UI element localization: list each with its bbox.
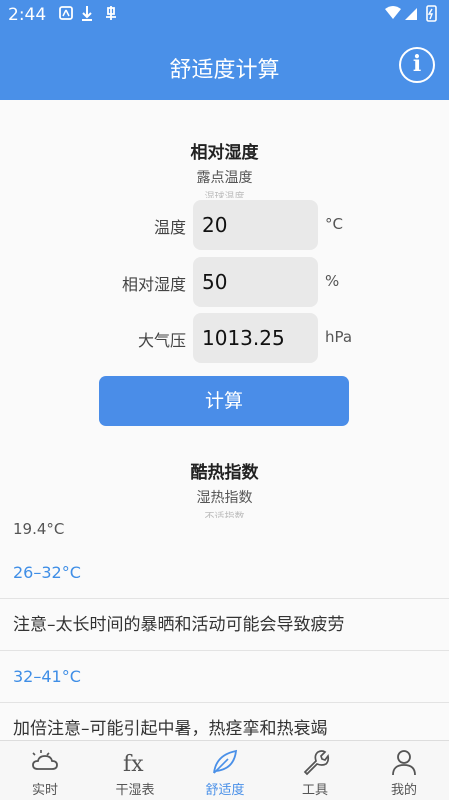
picker-next2[interactable]: 湿球温度	[0, 188, 449, 198]
level-note: 注意–太长时间的暴晒和活动可能会导致疲劳	[0, 599, 449, 651]
index-picker-next[interactable]: 湿热指数	[0, 487, 449, 507]
fx-icon: fx	[123, 752, 144, 777]
nav-label: 工具	[301, 783, 328, 798]
main-content: 相对湿度 露点温度 湿球温度 温度 20 °C 相对湿度 50 % 大气压 10…	[0, 100, 449, 740]
weather-icon	[32, 750, 58, 770]
temperature-unit: °C	[325, 215, 343, 233]
temperature-row: 温度 20 °C	[0, 200, 449, 250]
pressure-row: 大气压 1013.25 hPa	[0, 313, 449, 363]
bottom-navigation: 实时 fx 干湿表 舒适度 工具 我的	[0, 740, 449, 800]
index-picker-selected[interactable]: 酷热指数	[0, 458, 449, 483]
nav-tools[interactable]: 工具	[270, 741, 360, 800]
nav-label: 我的	[390, 783, 417, 798]
nav-realtime[interactable]: 实时	[0, 741, 90, 800]
level-note: 加倍注意–可能引起中暑，热痉挛和热衰竭	[0, 703, 449, 740]
humidity-label: 相对湿度	[121, 275, 186, 294]
svg-text:fx: fx	[123, 752, 144, 777]
temperature-input[interactable]: 20	[193, 200, 318, 250]
status-bar: 2:44	[0, 0, 449, 32]
wrench-icon	[303, 750, 330, 776]
nav-profile[interactable]: 我的	[359, 741, 449, 800]
result-value: 19.4°C	[13, 520, 65, 538]
pressure-label: 大气压	[137, 331, 186, 350]
leaf-icon	[213, 749, 238, 774]
person-icon	[392, 750, 416, 776]
app-bar: 舒适度计算 i	[0, 32, 449, 100]
index-picker-next2[interactable]: 不适指数	[0, 508, 449, 518]
page-title: 舒适度计算	[169, 58, 280, 83]
nav-comfort[interactable]: 舒适度	[180, 741, 270, 800]
calculate-button[interactable]: 计算	[99, 376, 349, 426]
status-time: 2:44	[8, 5, 47, 25]
humidity-row: 相对湿度 50 %	[0, 257, 449, 307]
pressure-input[interactable]: 1013.25	[193, 313, 318, 363]
temperature-label: 温度	[153, 218, 186, 237]
picker-next[interactable]: 露点温度	[0, 167, 449, 187]
nav-psychrometer[interactable]: fx 干湿表	[90, 741, 180, 800]
level-range: 26–32°C	[0, 547, 449, 599]
system-icons	[383, 4, 441, 28]
nav-label: 舒适度	[205, 783, 245, 798]
pressure-unit: hPa	[325, 328, 353, 346]
humidity-mode-picker[interactable]: 相对湿度 露点温度 湿球温度	[0, 138, 449, 198]
humidity-input[interactable]: 50	[193, 257, 318, 307]
nav-label: 干湿表	[115, 783, 155, 798]
notification-icons	[58, 4, 128, 28]
nav-label: 实时	[31, 783, 58, 798]
info-icon[interactable]: i	[399, 47, 435, 83]
level-range: 32–41°C	[0, 651, 449, 703]
humidity-unit: %	[325, 272, 340, 290]
picker-selected[interactable]: 相对湿度	[0, 138, 449, 163]
index-type-picker[interactable]: 酷热指数 湿热指数 不适指数	[0, 458, 449, 518]
